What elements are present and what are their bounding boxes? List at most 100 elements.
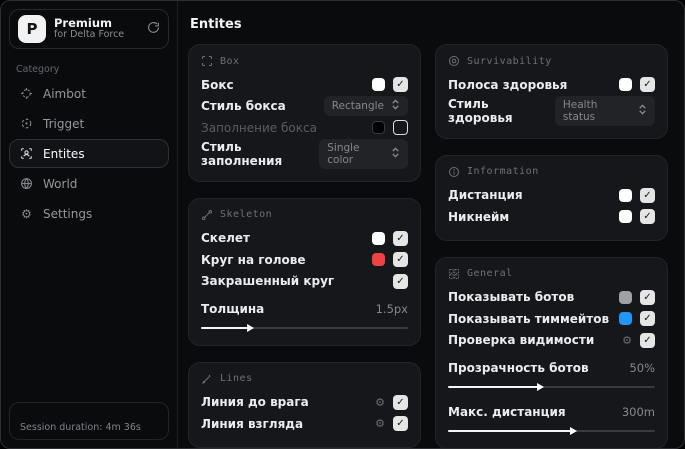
setting-row-health-bar: Полоса здоровья ✓ [448,74,655,96]
setting-row-distance: Дистанция ✓ [448,185,655,207]
checkbox-enemy-line[interactable]: ✓ [393,394,408,410]
card-title: Survivability [467,55,552,67]
slider-thumb[interactable] [570,427,578,435]
setting-row-head-circle: Круг на голове ✓ [201,249,408,271]
thickness-value: 1.5px [375,301,408,316]
checkbox-view-line[interactable]: ✓ [393,416,408,432]
gear-icon[interactable]: ⚙ [375,418,385,429]
chevrons-up-down-icon [391,99,400,113]
category-label: Category [16,64,60,75]
sidebar: P Premium for Delta Force Category Aimbo… [1,1,178,448]
checkbox-nickname[interactable]: ✓ [640,209,655,225]
grid-icon [448,268,460,280]
bots-opacity-value: 50% [629,360,655,375]
card-box: Box Бокс ✓ Стиль бокса Rectangle Заполне… [188,44,421,182]
thickness-slider[interactable] [201,323,408,333]
sidebar-item-label: Aimbot [43,86,86,101]
sidebar-item-label: Trigget [43,116,85,131]
person-scan-icon [19,147,34,160]
checkbox-health-bar[interactable]: ✓ [640,77,655,93]
setting-row-enemy-line: Линия до врага ⚙ ✓ [201,392,408,414]
box-style-select[interactable]: Rectangle [323,96,408,117]
globe-icon [19,177,34,190]
color-swatch[interactable] [619,210,632,224]
brand-subtitle: for Delta Force [54,29,125,41]
sidebar-item-trigget[interactable]: Trigget [9,109,169,138]
brand-logo: P [18,15,46,43]
sidebar-item-entites[interactable]: Entites [9,139,169,168]
setting-row-show-teammates: Показывать тиммейтов ✓ [448,308,655,330]
checkbox-head-circle[interactable]: ✓ [393,252,408,268]
health-style-select[interactable]: Health status [554,95,655,126]
brand-card: P Premium for Delta Force [9,9,169,49]
setting-label: Стиль заполнения [201,139,283,168]
color-swatch[interactable] [372,253,385,267]
max-distance-slider[interactable] [448,426,655,436]
checkbox-distance[interactable]: ✓ [640,187,655,203]
color-swatch[interactable] [619,188,632,202]
gear-icon[interactable]: ⚙ [622,335,632,346]
refresh-icon[interactable] [147,21,160,37]
card-title: Box [220,55,240,67]
info-icon [448,166,460,178]
sidebar-item-settings[interactable]: ⚙ Settings [9,199,169,228]
setting-label: Толщина [201,301,265,316]
checkbox-show-teammates[interactable]: ✓ [640,311,655,327]
checkbox-show-bots[interactable]: ✓ [640,289,655,305]
card-lines: Lines Линия до врага ⚙ ✓ Линия взгляда ⚙ [188,361,421,448]
checkbox-box[interactable]: ✓ [393,77,408,93]
setting-label: Дистанция [448,188,523,203]
setting-label: Никнейм [448,209,510,224]
checkbox-box-fill[interactable]: ✓ [393,120,408,136]
color-swatch[interactable] [372,121,385,135]
setting-row-nickname: Никнейм ✓ [448,206,655,228]
setting-label: Заполнение бокса [201,120,317,135]
sidebar-item-label: Settings [43,206,93,221]
setting-row-skeleton: Скелет ✓ [201,228,408,250]
sidebar-item-world[interactable]: World [9,169,169,198]
card-general: General Показывать ботов ✓ Показывать ти… [435,256,668,448]
setting-label: Прозрачность ботов [448,360,589,375]
card-title: Information [467,166,539,177]
sidebar-item-label: World [43,176,78,191]
color-swatch[interactable] [619,312,632,326]
color-swatch[interactable] [619,290,632,304]
card-title: Skeleton [220,209,273,220]
setting-row-bots-opacity: Прозрачность ботов 50% [448,357,655,379]
checkbox-visibility-check[interactable]: ✓ [640,332,655,348]
gear-icon[interactable]: ⚙ [375,397,385,408]
setting-label: Линия до врага [201,395,309,410]
main-panel: Entites Box Бокс ✓ Стиль бокса Rectangle… [178,1,684,448]
checkbox-skeleton[interactable]: ✓ [393,230,408,246]
setting-label: Полоса здоровья [448,77,568,92]
slider-thumb[interactable] [246,323,254,332]
chevrons-up-down-icon [391,146,400,161]
chevrons-up-down-icon [638,103,647,118]
card-title: Lines [220,373,253,384]
setting-label: Стиль здоровья [448,96,513,125]
setting-label: Круг на голове [201,252,306,267]
pencil-line-icon [201,373,213,385]
slider-thumb[interactable] [537,382,545,391]
setting-label: Скелет [201,231,250,246]
max-distance-value: 300m [621,405,655,420]
setting-row-box-style: Стиль бокса Rectangle [201,96,408,118]
checkbox-filled-circle[interactable]: ✓ [393,273,408,289]
setting-label: Показывать ботов [448,290,575,305]
bots-opacity-slider[interactable] [448,382,655,392]
setting-label: Закрашенный круг [201,274,335,289]
card-title: General [467,268,513,279]
box-icon [201,55,213,67]
fill-style-select[interactable]: Single color [319,138,408,169]
color-swatch[interactable] [619,78,632,92]
color-swatch[interactable] [372,78,385,92]
setting-label: Стиль бокса [201,99,286,114]
setting-row-health-style: Стиль здоровья Health status [448,95,655,126]
color-swatch[interactable] [372,231,385,245]
target-icon [19,117,34,130]
lifebuoy-icon [448,55,460,67]
setting-row-view-line: Линия взгляда ⚙ ✓ [201,413,408,435]
setting-row-box: Бокс ✓ [201,74,408,96]
sidebar-item-aimbot[interactable]: Aimbot [9,79,169,108]
card-survivability: Survivability Полоса здоровья ✓ Стиль зд… [435,44,668,139]
